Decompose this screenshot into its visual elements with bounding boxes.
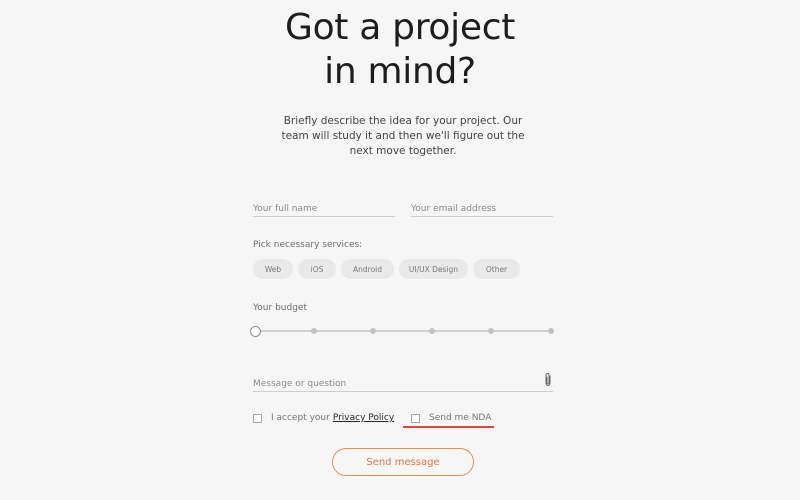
services-label: Pick necessary services: [253, 240, 363, 250]
budget-slider-step[interactable] [370, 328, 376, 334]
service-chip-uiux-design[interactable]: UI/UX Design [399, 259, 468, 279]
service-chip-android[interactable]: Android [341, 259, 394, 279]
budget-slider-step[interactable] [311, 328, 317, 334]
message-field [253, 371, 553, 393]
send-message-button[interactable]: Send message [332, 448, 474, 476]
privacy-policy-link[interactable]: Privacy Policy [333, 413, 394, 423]
page-subtitle: Briefly describe the idea for your proje… [281, 115, 525, 157]
paperclip-icon[interactable] [543, 372, 553, 388]
budget-slider-step[interactable] [488, 328, 494, 334]
privacy-consent-row: I accept your Privacy Policy [253, 413, 394, 423]
message-input[interactable] [253, 375, 533, 393]
privacy-checkbox[interactable] [253, 413, 262, 423]
page-title-line-1: Got a project [284, 7, 516, 48]
privacy-prefix-text: I accept your [271, 413, 330, 423]
budget-slider-handle[interactable] [250, 326, 261, 337]
nda-highlight-underline [403, 426, 494, 428]
nda-row: Send me NDA [411, 413, 491, 423]
email-input[interactable] [411, 200, 553, 218]
budget-slider-track[interactable] [256, 330, 552, 332]
page-title: Got a project in mind? [0, 6, 800, 94]
budget-slider-step[interactable] [429, 328, 435, 334]
email-field [411, 196, 553, 218]
nda-label[interactable]: Send me NDA [429, 413, 491, 423]
page-title-line-2: in mind? [324, 51, 476, 92]
service-chip-ios[interactable]: iOS [298, 259, 336, 279]
service-chip-other[interactable]: Other [473, 259, 520, 279]
service-chip-web[interactable]: Web [253, 259, 293, 279]
full-name-input[interactable] [253, 200, 395, 218]
contact-form-page: Got a project in mind? Briefly describe … [0, 0, 800, 500]
budget-label: Your budget [253, 303, 307, 313]
nda-checkbox[interactable] [411, 413, 420, 423]
budget-slider-step[interactable] [548, 328, 554, 334]
full-name-field [253, 196, 395, 218]
